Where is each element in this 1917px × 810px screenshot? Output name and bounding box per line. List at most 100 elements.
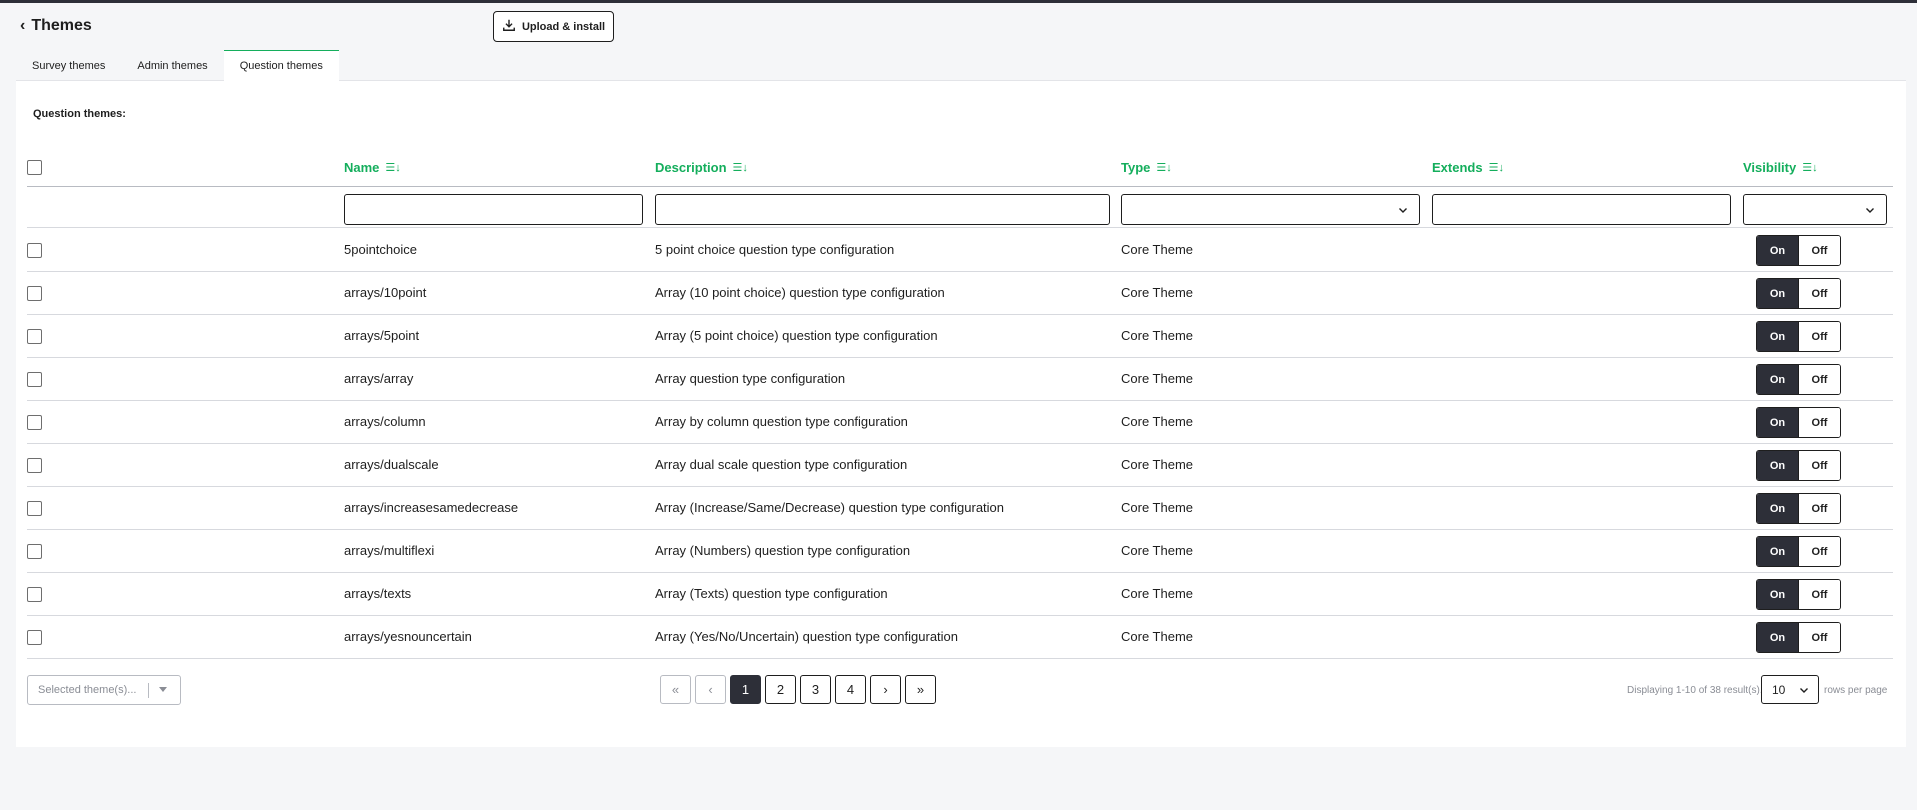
tab-question-themes[interactable]: Question themes [223, 50, 339, 81]
theme-description: Array (Yes/No/Uncertain) question type c… [655, 629, 959, 644]
visibility-off-button[interactable]: Off [1798, 494, 1840, 523]
row-checkbox[interactable] [27, 329, 42, 344]
column-header-description[interactable]: Description ☰↓ [655, 160, 748, 175]
table-row: arrays/array Array question type configur… [27, 358, 1893, 401]
visibility-off-button[interactable]: Off [1798, 408, 1840, 437]
extends-filter-input[interactable] [1432, 194, 1731, 225]
visibility-filter-select[interactable] [1743, 194, 1887, 225]
visibility-off-button[interactable]: Off [1798, 623, 1840, 652]
visibility-off-button[interactable]: Off [1798, 365, 1840, 394]
page-button-2[interactable]: 2 [765, 675, 796, 704]
rows-per-page-value: 10 [1772, 682, 1786, 697]
visibility-off-button[interactable]: Off [1798, 451, 1840, 480]
next-page-button[interactable]: › [870, 675, 901, 704]
visibility-toggle[interactable]: On Off [1756, 622, 1841, 653]
visibility-toggle[interactable]: On Off [1756, 407, 1841, 438]
visibility-toggle[interactable]: On Off [1756, 278, 1841, 309]
theme-name: arrays/increasesamedecrease [344, 500, 519, 515]
theme-type: Core Theme [1121, 586, 1194, 601]
visibility-on-button[interactable]: On [1757, 537, 1798, 566]
table-row: arrays/multiflexi Array (Numbers) questio… [27, 530, 1893, 573]
theme-type: Core Theme [1121, 371, 1194, 386]
upload-install-button[interactable]: Upload & install [493, 11, 614, 42]
back-link[interactable]: ‹ Themes [20, 17, 92, 35]
select-all-checkbox[interactable] [27, 160, 42, 175]
table-row: 5pointchoice 5 point choice question type… [27, 229, 1893, 272]
visibility-on-button[interactable]: On [1757, 494, 1798, 523]
theme-description: Array dual scale question type configura… [655, 457, 908, 472]
theme-name: arrays/multiflexi [344, 543, 435, 558]
theme-name: arrays/5point [344, 328, 420, 343]
page-title: Themes [31, 17, 92, 34]
row-checkbox[interactable] [27, 630, 42, 645]
visibility-on-button[interactable]: On [1757, 236, 1798, 265]
visibility-toggle[interactable]: On Off [1756, 450, 1841, 481]
bulk-action-select[interactable]: Selected theme(s)... [27, 675, 181, 705]
visibility-off-button[interactable]: Off [1798, 279, 1840, 308]
tab-survey-themes[interactable]: Survey themes [16, 50, 121, 81]
visibility-on-button[interactable]: On [1757, 623, 1798, 652]
theme-description: 5 point choice question type configurati… [655, 242, 895, 257]
theme-type: Core Theme [1121, 629, 1194, 644]
visibility-toggle[interactable]: On Off [1756, 364, 1841, 395]
table-row: arrays/5point Array (5 point choice) ques… [27, 315, 1893, 358]
column-header-type[interactable]: Type ☰↓ [1121, 160, 1172, 175]
visibility-toggle[interactable]: On Off [1756, 321, 1841, 352]
visibility-off-button[interactable]: Off [1798, 580, 1840, 609]
table-row: arrays/10point Array (10 point choice) qu… [27, 272, 1893, 315]
row-checkbox[interactable] [27, 372, 42, 387]
theme-name: arrays/10point [344, 285, 427, 300]
visibility-off-button[interactable]: Off [1798, 236, 1840, 265]
last-page-button[interactable]: » [905, 675, 936, 704]
visibility-on-button[interactable]: On [1757, 451, 1798, 480]
bulk-action-placeholder: Selected theme(s)... [38, 684, 137, 696]
visibility-toggle[interactable]: On Off [1756, 493, 1841, 524]
tab-admin-themes[interactable]: Admin themes [121, 50, 223, 81]
visibility-toggle[interactable]: On Off [1756, 536, 1841, 567]
pagination: « ‹ 1 2 3 4 › » [660, 675, 936, 704]
theme-type: Core Theme [1121, 500, 1194, 515]
first-page-button[interactable]: « [660, 675, 691, 704]
page-button-3[interactable]: 3 [800, 675, 831, 704]
theme-type: Core Theme [1121, 457, 1194, 472]
row-checkbox[interactable] [27, 501, 42, 516]
page-button-4[interactable]: 4 [835, 675, 866, 704]
prev-page-button[interactable]: ‹ [695, 675, 726, 704]
row-checkbox[interactable] [27, 286, 42, 301]
table-row: arrays/column Array by column question ty… [27, 401, 1893, 444]
filter-row [27, 188, 1893, 228]
visibility-on-button[interactable]: On [1757, 408, 1798, 437]
theme-description: Array question type configuration [655, 371, 846, 386]
rows-per-page-select[interactable]: 10 [1761, 675, 1819, 704]
theme-name: arrays/yesnouncertain [344, 629, 472, 644]
visibility-on-button[interactable]: On [1757, 580, 1798, 609]
theme-description: Array (Increase/Same/Decrease) question … [655, 500, 1005, 515]
name-filter-input[interactable] [344, 194, 643, 225]
visibility-on-button[interactable]: On [1757, 365, 1798, 394]
row-checkbox[interactable] [27, 458, 42, 473]
theme-tabs: Survey themes Admin themes Question them… [16, 50, 1906, 81]
visibility-on-button[interactable]: On [1757, 279, 1798, 308]
type-filter-select[interactable] [1121, 194, 1420, 225]
column-header-extends[interactable]: Extends ☰↓ [1432, 160, 1504, 175]
row-checkbox[interactable] [27, 544, 42, 559]
page-button-1[interactable]: 1 [730, 675, 761, 704]
theme-description: Array by column question type configurat… [655, 414, 908, 429]
upload-icon [502, 18, 516, 35]
visibility-toggle[interactable]: On Off [1756, 579, 1841, 610]
visibility-toggle[interactable]: On Off [1756, 235, 1841, 266]
visibility-off-button[interactable]: Off [1798, 537, 1840, 566]
column-header-name[interactable]: Name ☰↓ [344, 160, 401, 175]
row-checkbox[interactable] [27, 587, 42, 602]
top-bar [0, 0, 1917, 3]
theme-description: Array (Numbers) question type configurat… [655, 543, 911, 558]
row-checkbox[interactable] [27, 243, 42, 258]
theme-description: Array (5 point choice) question type con… [655, 328, 938, 343]
row-checkbox[interactable] [27, 415, 42, 430]
visibility-on-button[interactable]: On [1757, 322, 1798, 351]
description-filter-input[interactable] [655, 194, 1110, 225]
visibility-off-button[interactable]: Off [1798, 322, 1840, 351]
theme-type: Core Theme [1121, 543, 1194, 558]
rows-per-page-label: rows per page [1824, 685, 1888, 696]
column-header-visibility[interactable]: Visibility ☰↓ [1743, 160, 1818, 175]
